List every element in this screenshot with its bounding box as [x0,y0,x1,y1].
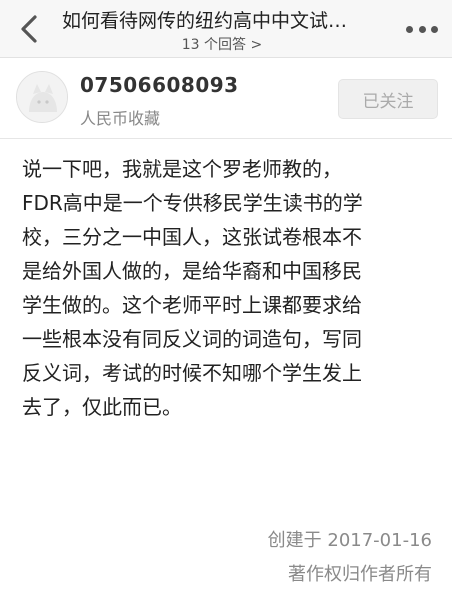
chevron-left-icon [21,15,37,43]
answer-content: 说一下吧，我就是这个罗老师教的， FDR高中是一个专供移民学生读书的学 校，三分… [22,152,436,424]
answer-line: 反义词，考试的时候不知哪个学生发上 [22,361,362,385]
top-bar: 如何看待网传的纽约高中中文试… 13 个回答 > [0,0,452,58]
more-dot [431,25,438,33]
back-button[interactable] [14,12,44,46]
answer-line: 去了，仅此而已。 [22,395,182,419]
follow-button[interactable]: 已关注 [338,79,438,119]
answer-line: FDR高中是一个专供移民学生读书的学 [22,191,363,215]
answer-line: 学生做的。这个老师平时上课都要求给 [22,293,362,317]
question-title[interactable]: 如何看待网传的纽约高中中文试… [62,6,382,33]
avatar[interactable] [16,71,68,123]
author-bio: 人民币收藏 [80,109,161,128]
author-row: 07506608093 人民币收藏 已关注 [0,59,452,139]
created-date: 创建于 2017-01-16 [267,530,432,551]
answer-line: 说一下吧，我就是这个罗老师教的， [22,157,342,181]
answer-line: 校，三分之一中国人，这张试卷根本不 [22,225,362,249]
more-dot [418,25,426,33]
more-button[interactable] [402,18,442,40]
author-name[interactable]: 07506608093 [80,73,239,97]
answer-line: 一些根本没有同反义词的词造句，写同 [22,327,362,351]
more-dot [406,25,413,33]
answer-line: 是给外国人做的，是给华裔和中国移民 [22,259,362,283]
default-avatar-icon [17,72,67,122]
copyright-notice: 著作权归作者所有 [288,564,432,585]
answer-count-link[interactable]: 13 个回答 > [62,34,382,54]
answer-meta: 创建于 2017-01-16 著作权归作者所有 [268,524,432,592]
